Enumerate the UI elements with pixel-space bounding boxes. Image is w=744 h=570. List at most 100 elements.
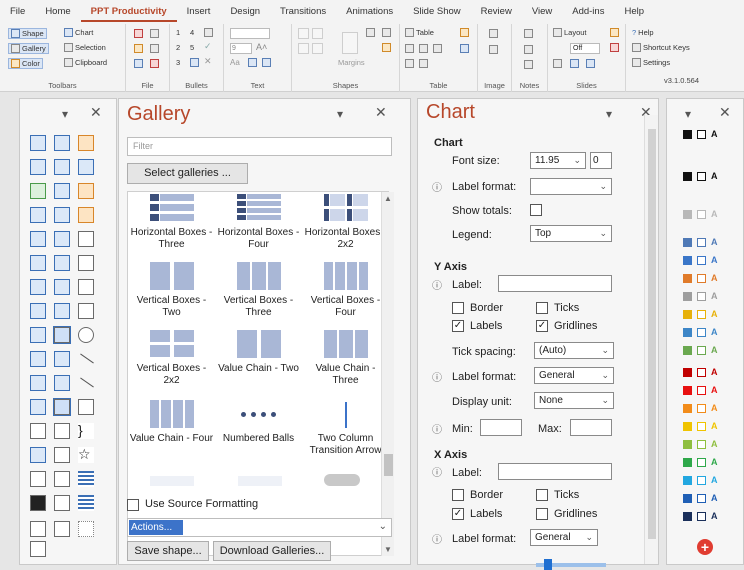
arrange-icon[interactable] <box>54 255 70 271</box>
info-icon[interactable]: ⓘ <box>432 531 442 546</box>
font-size-stepper[interactable]: 0 <box>590 152 612 169</box>
crop-tool-icon[interactable] <box>78 255 94 271</box>
dotted-icon[interactable] <box>78 521 94 537</box>
file-image-icon[interactable] <box>134 44 143 53</box>
y-border-checkbox[interactable] <box>452 302 464 314</box>
table-border-icon[interactable] <box>419 59 428 68</box>
text-box-icon[interactable] <box>248 58 257 67</box>
color-toolbar-button[interactable]: Color <box>8 58 43 69</box>
outline-swatch[interactable] <box>697 171 706 181</box>
arrow-right-icon[interactable] <box>78 399 94 415</box>
bullet-3-button[interactable]: 3 <box>176 58 180 67</box>
color-row[interactable]: A <box>683 439 718 449</box>
outline-swatch[interactable] <box>697 273 706 283</box>
close-icon[interactable]: ✕ <box>719 104 731 121</box>
panel-menu-icon[interactable]: ▾ <box>62 107 68 121</box>
gallery-item-vertical-boxes-2x2[interactable]: Vertical Boxes - 2x2 <box>128 330 215 387</box>
fill-swatch[interactable] <box>683 475 692 485</box>
text-color-swatch[interactable]: A <box>711 327 718 337</box>
slide-flag-icon[interactable] <box>610 43 619 52</box>
label-format-dropdown[interactable]: ⌄ <box>530 178 612 195</box>
table-merge-icon[interactable] <box>433 44 442 53</box>
color-row[interactable]: A <box>683 255 718 265</box>
text-box-tool-icon[interactable] <box>78 279 94 295</box>
image-size-icon[interactable] <box>489 45 498 54</box>
scroll-up-icon[interactable]: ▲ <box>384 194 392 203</box>
text-color-swatch[interactable]: A <box>711 273 718 283</box>
color-row[interactable]: A <box>683 309 718 319</box>
tab-animations[interactable]: Animations <box>336 0 403 22</box>
max-input[interactable] <box>570 419 612 436</box>
outline-swatch[interactable] <box>697 209 706 219</box>
text-color-swatch[interactable]: A <box>711 171 718 181</box>
panel-menu-icon[interactable]: ▾ <box>685 107 691 121</box>
text-color-swatch[interactable]: A <box>711 475 718 485</box>
fill-swatch[interactable] <box>683 291 692 301</box>
shape-effect-icon[interactable] <box>382 43 391 52</box>
tab-design[interactable]: Design <box>220 0 270 22</box>
align-center-tool-icon[interactable] <box>53 326 71 344</box>
align-left-icon[interactable] <box>298 28 309 39</box>
table-grid-icon[interactable] <box>460 44 469 53</box>
table-cols-icon[interactable] <box>419 44 428 53</box>
x-border-checkbox[interactable] <box>452 489 464 501</box>
split-icon[interactable] <box>78 159 94 175</box>
gap-icon[interactable] <box>54 375 70 391</box>
bullet-4-button[interactable]: 4 <box>190 28 194 37</box>
outline-swatch[interactable] <box>697 511 706 521</box>
outline-swatch[interactable] <box>697 255 706 265</box>
text-color-swatch[interactable]: A <box>711 439 718 449</box>
connector-icon[interactable] <box>30 279 46 295</box>
scrollbar-thumb[interactable] <box>384 454 393 476</box>
tab-file[interactable]: File <box>0 0 35 22</box>
align-left-tool-icon[interactable] <box>30 327 46 343</box>
fill-swatch[interactable] <box>683 511 692 521</box>
lines-alt-icon[interactable] <box>78 495 94 511</box>
tab-ppt-productivity[interactable]: PPT Productivity <box>80 0 177 22</box>
notes-edit-icon[interactable] <box>524 45 533 54</box>
table-tool-icon[interactable] <box>54 159 70 175</box>
tab-transitions[interactable]: Transitions <box>270 0 336 22</box>
flip-icon[interactable] <box>54 231 70 247</box>
notes-add-icon[interactable] <box>524 29 533 38</box>
add-color-button[interactable]: + <box>697 539 713 555</box>
border-icon[interactable] <box>30 471 46 487</box>
tab-add-ins[interactable]: Add-ins <box>562 0 614 22</box>
text-case-icon[interactable]: Aa <box>230 58 240 67</box>
file-save-icon[interactable] <box>134 29 143 38</box>
legend-dropdown[interactable]: Top ⌄ <box>530 225 612 242</box>
tab-view[interactable]: View <box>522 0 562 22</box>
file-print-icon[interactable] <box>150 29 159 38</box>
outline-swatch[interactable] <box>697 385 706 395</box>
font-size-dropdown[interactable]: 11.95 ⌄ <box>530 152 586 169</box>
stack-icon[interactable] <box>30 399 46 415</box>
fill-swatch[interactable] <box>683 255 692 265</box>
color-row[interactable]: A <box>683 171 718 181</box>
x-gridlines-checkbox[interactable] <box>536 508 548 520</box>
group-shapes-icon[interactable] <box>30 183 46 199</box>
color-row[interactable]: A <box>683 385 718 395</box>
clipboard-toolbar-button[interactable]: Clipboard <box>64 58 107 67</box>
color-row[interactable]: A <box>683 367 718 377</box>
x-label-format-dropdown[interactable]: General ⌄ <box>530 529 598 546</box>
text-color-swatch[interactable]: A <box>711 457 718 467</box>
gallery-item-value-chain-four[interactable]: Value Chain - Four <box>128 400 215 445</box>
fill-black-icon[interactable] <box>30 495 46 511</box>
font-name-box[interactable] <box>230 28 270 39</box>
spacing-icon[interactable] <box>30 423 46 439</box>
align-middle-icon[interactable] <box>312 43 323 54</box>
gallery-item-partial-map[interactable] <box>238 476 282 486</box>
fill-swatch[interactable] <box>683 327 692 337</box>
fill-swatch[interactable] <box>683 367 692 377</box>
document-icon[interactable] <box>54 183 70 199</box>
gallery-item-vertical-boxes-two[interactable]: Vertical Boxes - Two <box>128 262 215 319</box>
filter-input[interactable]: Filter <box>127 137 392 156</box>
tab-review[interactable]: Review <box>471 0 522 22</box>
text-color-swatch[interactable]: A <box>711 209 718 219</box>
gallery-scrollbar[interactable]: ▲ ▼ <box>381 192 394 556</box>
fill-swatch[interactable] <box>683 209 692 219</box>
rotate-icon[interactable] <box>30 303 46 319</box>
gallery-item-horizontal-boxes-four[interactable]: Horizontal Boxes - Four <box>215 194 302 251</box>
bullet-1-button[interactable]: 1 <box>176 28 180 37</box>
align-bottom-icon[interactable] <box>30 159 46 175</box>
